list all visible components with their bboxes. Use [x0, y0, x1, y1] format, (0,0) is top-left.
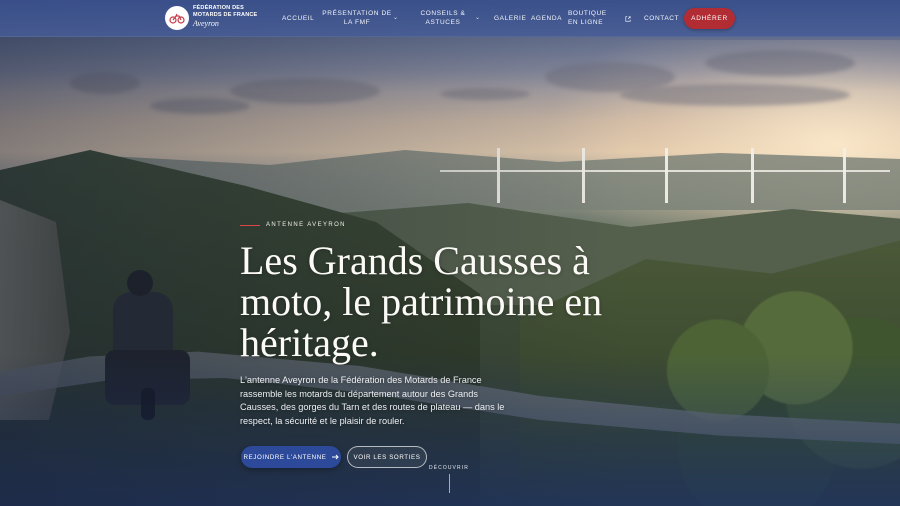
- join-antenna-button[interactable]: Rejoindre l'antenne: [241, 446, 341, 468]
- chevron-down-icon: ⌄: [475, 15, 481, 21]
- nav-conseils[interactable]: Conseils & astuces: [420, 9, 466, 27]
- nav-contact[interactable]: Contact: [644, 14, 679, 23]
- hero-title: Les Grands Causses à moto, le patrimoine…: [240, 238, 603, 365]
- nav-agenda[interactable]: Agenda: [531, 14, 562, 23]
- scroll-discover-link[interactable]: Découvrir: [429, 465, 469, 471]
- nav-boutique[interactable]: Boutique en ligne: [568, 9, 616, 27]
- hero-lead: L'antenne Aveyron de la Fédération des M…: [240, 375, 505, 426]
- eyebrow-text: Antenne Aveyron: [266, 222, 346, 228]
- external-link-icon: [625, 16, 631, 22]
- arrow-right-icon: [331, 454, 339, 460]
- logo[interactable]: [165, 6, 189, 30]
- join-antenna-label: Rejoindre l'antenne: [243, 453, 327, 461]
- nav-accueil[interactable]: Accueil: [282, 14, 314, 23]
- brand-name[interactable]: Fédération des Motards de France Aveyron: [193, 5, 273, 28]
- motorcycle-icon: [169, 13, 185, 24]
- brand-line-2: Aveyron: [193, 19, 219, 28]
- site-header: Fédération des Motards de France Aveyron…: [0, 0, 900, 37]
- eyebrow: Antenne Aveyron: [240, 222, 346, 228]
- chevron-down-icon: ⌄: [393, 15, 399, 21]
- scroll-indicator-line: [449, 474, 450, 493]
- brand-line-1: Fédération des Motards de France: [193, 5, 258, 18]
- adherer-button[interactable]: Adhérer: [684, 8, 735, 29]
- eyebrow-rule: [240, 224, 260, 226]
- nav-presentation[interactable]: Présentation de la FMF: [322, 9, 392, 27]
- nav-galerie[interactable]: Galerie: [494, 14, 526, 23]
- view-outings-button[interactable]: Voir les sorties: [347, 446, 427, 468]
